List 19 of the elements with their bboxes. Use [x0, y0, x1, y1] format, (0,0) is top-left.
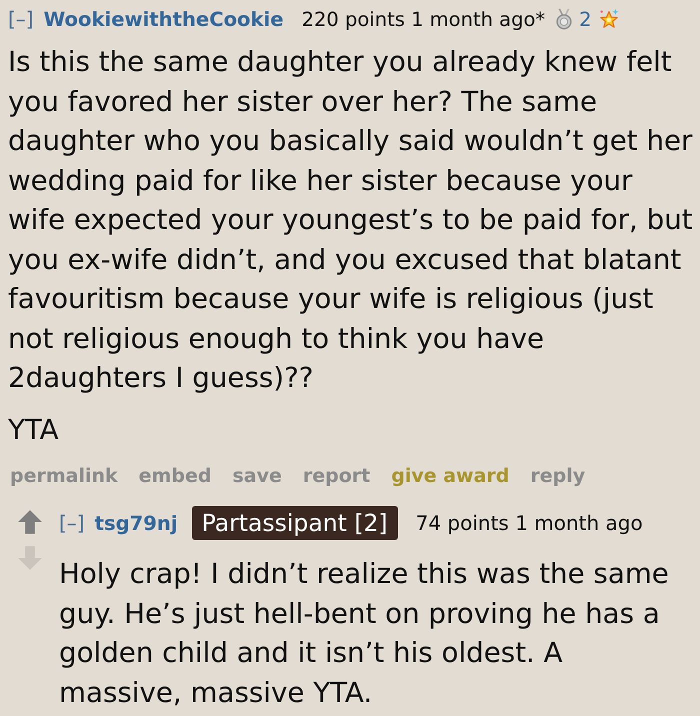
up-arrow-icon[interactable]	[16, 509, 44, 535]
comment-text: Holy crap! I didn’t realize this was the same guy. He’s just hell-bent on proving he has a golden child and it isn’t his oldest. A massive, massive YTA.	[59, 556, 670, 710]
comment-text: Is this the same daughter you already knew felt you favored her sister over her? The same daughter who you basically said wouldn’t get her wedding paid for like her sister because your wife expected your youngest’s to be paid for, but you ex-wife didn’t, and you excused that blatant favouritism because your wife is religious (just not religious enough to think you have 2daughters I guess)??	[8, 44, 694, 396]
action-link[interactable]: embed	[138, 465, 212, 487]
collapse-toggle[interactable]: [–]	[8, 7, 34, 31]
user-flair: Partassipant [2]	[192, 506, 398, 540]
comment-text: YTA	[8, 412, 60, 448]
action-link[interactable]: save	[232, 465, 282, 487]
action-link[interactable]: permalink	[10, 465, 118, 487]
action-link[interactable]: report	[302, 465, 370, 487]
author-link[interactable]: tsg79nj	[94, 512, 178, 534]
action-link[interactable]: reply	[530, 465, 586, 487]
collapse-toggle[interactable]: [–]	[59, 511, 85, 535]
comment-score-time: 220 points 1 month ago*	[302, 8, 546, 30]
comment-score-time: 74 points 1 month ago	[416, 511, 643, 535]
star-icon	[598, 8, 620, 30]
author-link[interactable]: WookiewiththeCookie	[44, 8, 284, 30]
give-award-link[interactable]: give award	[391, 465, 510, 487]
award-count: 2	[579, 8, 592, 30]
